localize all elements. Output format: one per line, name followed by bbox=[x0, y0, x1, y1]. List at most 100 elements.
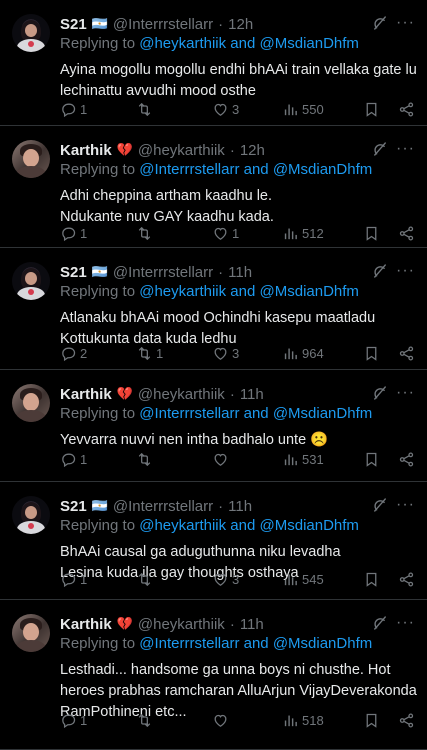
more-icon[interactable]: ··· bbox=[396, 140, 415, 158]
display-name[interactable]: Karthik bbox=[60, 142, 112, 159]
views-button[interactable]: 518 bbox=[282, 712, 324, 729]
bookmark-button[interactable] bbox=[363, 345, 380, 362]
grok-icon[interactable] bbox=[371, 262, 389, 280]
views-count: 518 bbox=[302, 713, 324, 728]
share-button[interactable] bbox=[398, 571, 415, 588]
tweet[interactable]: Karthik 💔 @heykarthiik · 11h ··· Replying to @… bbox=[0, 370, 427, 482]
share-button[interactable] bbox=[398, 225, 415, 242]
avatar[interactable] bbox=[12, 140, 50, 178]
tweet[interactable]: S21 🇦🇷 @Interrrstellarr · 11h ··· Replying to … bbox=[0, 248, 427, 370]
more-icon[interactable]: ··· bbox=[396, 14, 415, 32]
more-icon[interactable]: ··· bbox=[396, 262, 415, 280]
timestamp[interactable]: 11h bbox=[240, 616, 264, 633]
like-button[interactable] bbox=[212, 712, 232, 729]
bookmark-button[interactable] bbox=[363, 225, 380, 242]
user-handle[interactable]: @heykarthiik bbox=[138, 142, 225, 159]
display-name[interactable]: Karthik bbox=[60, 616, 112, 633]
share-button[interactable] bbox=[398, 101, 415, 118]
like-button[interactable] bbox=[212, 451, 232, 468]
user-handle[interactable]: @heykarthiik bbox=[138, 616, 225, 633]
display-name[interactable]: S21 bbox=[60, 264, 87, 281]
retweet-button[interactable] bbox=[136, 101, 156, 118]
replying-to: Replying to @Interrrstellarr and @Msdian… bbox=[60, 635, 372, 652]
share-button[interactable] bbox=[398, 451, 415, 468]
tweet[interactable]: Karthik 💔 @heykarthiik · 11h ··· Replying to @… bbox=[0, 600, 427, 750]
tweet[interactable]: Karthik 💔 @heykarthiik · 12h ··· Replying to @… bbox=[0, 126, 427, 248]
views-button[interactable]: 550 bbox=[282, 101, 324, 118]
tweet[interactable]: S21 🇦🇷 @Interrrstellarr · 11h ··· Replying to … bbox=[0, 482, 427, 600]
timestamp[interactable]: 12h bbox=[240, 142, 265, 159]
tweet-header: S21 🇦🇷 @Interrrstellarr · 12h bbox=[60, 14, 253, 34]
reply-button[interactable]: 2 bbox=[60, 345, 87, 362]
more-icon[interactable]: ··· bbox=[396, 496, 415, 514]
grok-icon[interactable] bbox=[371, 384, 389, 402]
timestamp[interactable]: 12h bbox=[228, 16, 253, 33]
user-handle[interactable]: @Interrrstellarr bbox=[113, 264, 213, 281]
reply-button[interactable]: 1 bbox=[60, 712, 87, 729]
replying-to: Replying to @heykarthiik and @MsdianDhfm bbox=[60, 283, 359, 300]
reply-button[interactable]: 1 bbox=[60, 451, 87, 468]
share-button[interactable] bbox=[398, 345, 415, 362]
avatar[interactable] bbox=[12, 262, 50, 300]
tweet[interactable]: S21 🇦🇷 @Interrrstellarr · 12h ··· Replying to … bbox=[0, 0, 427, 126]
tweet-header: S21 🇦🇷 @Interrrstellarr · 11h bbox=[60, 262, 252, 282]
bookmark-button[interactable] bbox=[363, 712, 380, 729]
like-button[interactable]: 3 bbox=[212, 571, 239, 588]
retweet-button[interactable] bbox=[136, 712, 156, 729]
timestamp[interactable]: 11h bbox=[240, 386, 264, 403]
bookmark-button[interactable] bbox=[363, 451, 380, 468]
timestamp[interactable]: 11h bbox=[228, 498, 252, 515]
avatar[interactable] bbox=[12, 14, 50, 52]
like-count: 3 bbox=[232, 346, 240, 361]
like-button[interactable]: 3 bbox=[212, 345, 239, 362]
grok-icon[interactable] bbox=[371, 14, 389, 32]
views-button[interactable]: 964 bbox=[282, 345, 324, 362]
avatar[interactable] bbox=[12, 384, 50, 422]
retweet-button[interactable]: 1 bbox=[136, 345, 163, 362]
timestamp[interactable]: 11h bbox=[228, 264, 252, 281]
views-button[interactable]: 531 bbox=[282, 451, 324, 468]
bookmark-icon bbox=[363, 451, 380, 468]
share-button[interactable] bbox=[398, 712, 415, 729]
display-name[interactable]: S21 bbox=[60, 498, 87, 515]
heart-icon bbox=[212, 225, 229, 242]
bookmark-button[interactable] bbox=[363, 571, 380, 588]
reply-button[interactable]: 1 bbox=[60, 571, 87, 588]
like-count: 1 bbox=[232, 226, 240, 241]
views-button[interactable]: 512 bbox=[282, 225, 324, 242]
reply-icon bbox=[60, 451, 77, 468]
avatar[interactable] bbox=[12, 614, 50, 652]
replying-to-mentions[interactable]: @Interrrstellarr and @MsdianDhfm bbox=[139, 405, 372, 422]
avatar[interactable] bbox=[12, 496, 50, 534]
more-icon[interactable]: ··· bbox=[396, 384, 415, 402]
reply-button[interactable]: 1 bbox=[60, 225, 87, 242]
replying-to-mentions[interactable]: @Interrrstellarr and @MsdianDhfm bbox=[139, 161, 372, 178]
more-icon[interactable]: ··· bbox=[396, 614, 415, 632]
profile-badge-icon: 🇦🇷 bbox=[91, 498, 108, 513]
reply-button[interactable]: 1 bbox=[60, 101, 87, 118]
grok-icon[interactable] bbox=[371, 140, 389, 158]
share-icon bbox=[398, 345, 415, 362]
views-count: 531 bbox=[302, 452, 324, 467]
replying-to-mentions[interactable]: @heykarthiik and @MsdianDhfm bbox=[139, 283, 359, 300]
user-handle[interactable]: @Interrrstellarr bbox=[113, 498, 213, 515]
grok-icon[interactable] bbox=[371, 496, 389, 514]
user-handle[interactable]: @heykarthiik bbox=[138, 386, 225, 403]
user-handle[interactable]: @Interrrstellarr bbox=[113, 16, 213, 33]
tweet-actions: 1 3 545 bbox=[60, 571, 415, 591]
tweet-text-line: lechinattu avvudhi mood osthe bbox=[60, 83, 256, 99]
replying-to-mentions[interactable]: @heykarthiik and @MsdianDhfm bbox=[139, 35, 359, 52]
like-button[interactable]: 3 bbox=[212, 101, 239, 118]
views-button[interactable]: 545 bbox=[282, 571, 324, 588]
retweet-button[interactable] bbox=[136, 571, 156, 588]
replying-to-mentions[interactable]: @heykarthiik and @MsdianDhfm bbox=[139, 517, 359, 534]
retweet-button[interactable] bbox=[136, 225, 156, 242]
retweet-button[interactable] bbox=[136, 451, 156, 468]
display-name[interactable]: S21 bbox=[60, 16, 87, 33]
bookmark-button[interactable] bbox=[363, 101, 380, 118]
display-name[interactable]: Karthik bbox=[60, 386, 112, 403]
grok-icon[interactable] bbox=[371, 614, 389, 632]
replying-to-mentions[interactable]: @Interrrstellarr and @MsdianDhfm bbox=[139, 635, 372, 652]
like-button[interactable]: 1 bbox=[212, 225, 239, 242]
views-icon bbox=[282, 345, 299, 362]
